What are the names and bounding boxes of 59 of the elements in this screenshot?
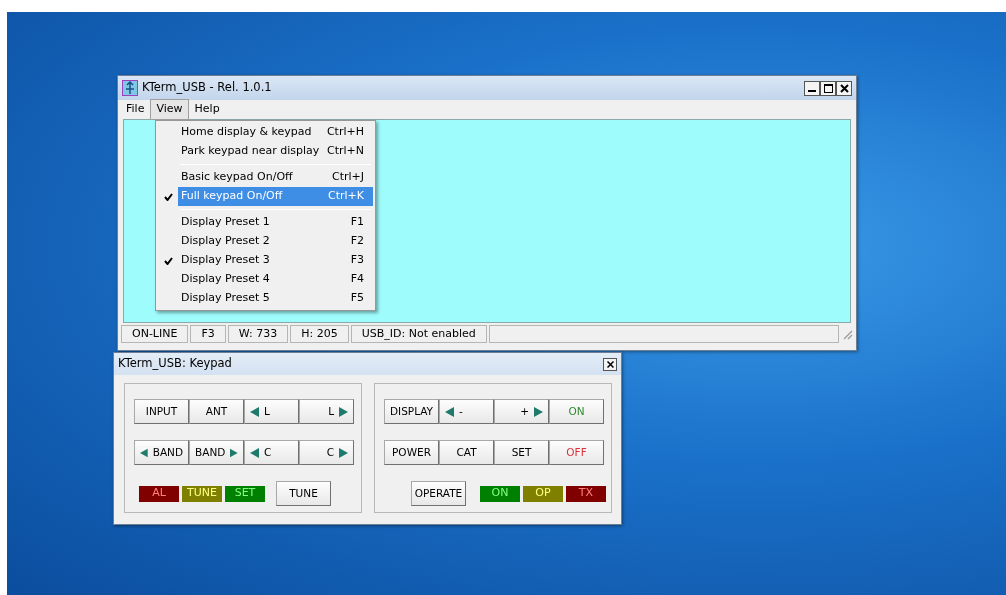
keypad-button[interactable]: TUNE — [276, 481, 331, 506]
keypad-button[interactable]: C — [244, 440, 299, 465]
right-arrow-icon — [339, 447, 348, 458]
keypad-button[interactable]: BAND — [134, 440, 189, 465]
keypad-button[interactable]: CAT — [439, 440, 494, 465]
menu-option[interactable]: Park keypad near display Ctrl+N — [178, 142, 373, 161]
close-button[interactable] — [836, 80, 852, 96]
app-icon — [122, 80, 138, 96]
menu-option[interactable]: Display Preset 5 F5 — [178, 289, 373, 308]
menu-item[interactable]: View — [150, 99, 189, 120]
window-title: KTerm_USB: Keypad — [118, 355, 232, 373]
minimize-button[interactable] — [804, 80, 820, 96]
keypad-button[interactable]: DISPLAY — [384, 399, 439, 424]
status-field: USB_ID: Not enabled — [350, 325, 487, 343]
keypad-button[interactable]: ANT — [189, 399, 244, 424]
indicator-lamp: ON — [480, 485, 520, 502]
keypad-button[interactable]: + — [494, 399, 549, 424]
menu-item[interactable]: File — [120, 99, 151, 120]
keypad-button[interactable]: L — [299, 399, 354, 424]
indicator-lamp: OP — [523, 485, 563, 502]
right-arrow-icon — [230, 447, 238, 458]
left-arrow-icon — [250, 406, 259, 417]
menu-option[interactable]: Home display & keypad Ctrl+H — [178, 123, 373, 142]
status-field: F3 — [190, 325, 226, 343]
left-arrow-icon — [140, 447, 148, 458]
window-title: KTerm_USB - Rel. 1.0.1 — [142, 79, 272, 97]
menu-option[interactable]: Display Preset 2 F2 — [178, 232, 373, 251]
indicator-lamp: AL — [139, 485, 179, 502]
right-arrow-icon — [339, 406, 348, 417]
keypad-button[interactable]: POWER — [384, 440, 439, 465]
keypad-button[interactable]: C — [299, 440, 354, 465]
maximize-icon — [823, 83, 833, 93]
status-field: H: 205 — [290, 325, 349, 343]
keypad-button[interactable]: SET — [494, 440, 549, 465]
keypad-button[interactable]: OPERATE — [411, 481, 466, 506]
maximize-button[interactable] — [820, 80, 836, 96]
menu-option[interactable]: Basic keypad On/Off Ctrl+J — [178, 168, 373, 187]
menu-option[interactable]: Display Preset 3 F3 — [178, 251, 373, 270]
keypad-button[interactable]: INPUT — [134, 399, 189, 424]
keypad-button[interactable]: - — [439, 399, 494, 424]
left-arrow-icon — [250, 447, 259, 458]
right-arrow-icon — [534, 406, 543, 417]
keypad-button[interactable]: ON — [549, 399, 604, 424]
keypad-button[interactable]: OFF — [549, 440, 604, 465]
indicator-lamp: SET — [225, 485, 265, 502]
menu-option[interactable]: Display Preset 1 F1 — [178, 213, 373, 232]
keypad-button[interactable]: BAND — [189, 440, 244, 465]
status-field: W: 733 — [227, 325, 289, 343]
close-icon — [839, 83, 849, 93]
close-button[interactable] — [603, 357, 617, 371]
resize-grip-icon — [841, 328, 853, 340]
indicator-lamp: TUNE — [182, 485, 222, 502]
left-arrow-icon — [445, 406, 454, 417]
menu-item[interactable]: Help — [188, 99, 226, 120]
close-icon — [606, 360, 614, 368]
menu-option[interactable]: Display Preset 4 F4 — [178, 270, 373, 289]
indicator-lamp: TX — [566, 485, 606, 502]
status-field: ON-LINE — [121, 325, 189, 343]
keypad-button[interactable]: L — [244, 399, 299, 424]
